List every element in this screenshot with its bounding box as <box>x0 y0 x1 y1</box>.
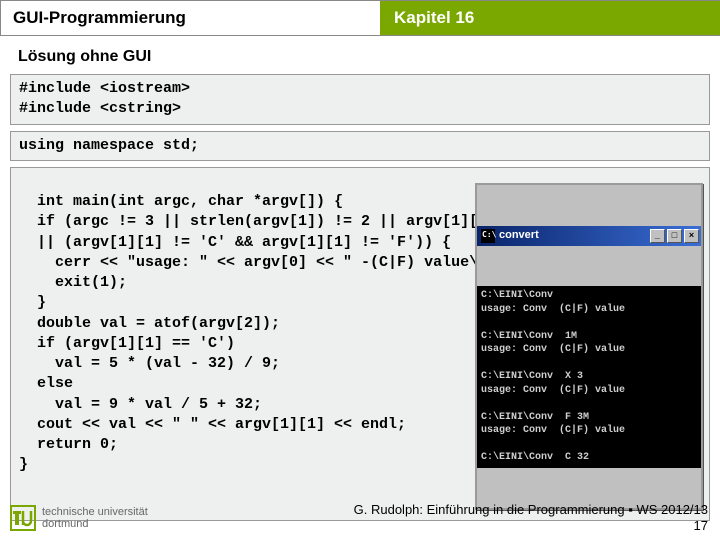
slide-header: GUI-Programmierung Kapitel 16 <box>0 0 720 36</box>
footer-right: G. Rudolph: Einführung in die Programmie… <box>354 502 708 535</box>
minimize-button[interactable]: _ <box>650 229 665 243</box>
maximize-button[interactable]: □ <box>667 229 682 243</box>
tu-logo-text: technische universität dortmund <box>42 506 148 530</box>
uni-name-line2: dortmund <box>42 518 148 530</box>
console-window: convert _ □ × C:\EINI\Conv usage: Conv (… <box>475 183 703 510</box>
header-title-left: GUI-Programmierung <box>0 1 380 35</box>
console-app-icon <box>481 229 495 243</box>
slide-footer: technische universität dortmund G. Rudol… <box>0 498 720 540</box>
slide-subtitle: Lösung ohne GUI <box>0 36 720 74</box>
window-buttons: _ □ × <box>650 229 699 243</box>
footer-credit: G. Rudolph: Einführung in die Programmie… <box>354 502 708 518</box>
console-titlebar: convert _ □ × <box>477 226 701 246</box>
code-block-main: int main(int argc, char *argv[]) { if (a… <box>10 167 710 521</box>
tu-logo-mark-icon <box>10 505 36 531</box>
console-output: C:\EINI\Conv usage: Conv (C|F) value C:\… <box>477 286 701 468</box>
page-number: 17 <box>354 518 708 534</box>
uni-name-line1: technische universität <box>42 506 148 518</box>
header-title-right: Kapitel 16 <box>380 1 720 35</box>
code-block-using: using namespace std; <box>10 131 710 161</box>
code-block-includes: #include <iostream> #include <cstring> <box>10 74 710 125</box>
tu-dortmund-logo: technische universität dortmund <box>10 505 148 531</box>
console-title: convert <box>499 228 539 243</box>
close-button[interactable]: × <box>684 229 699 243</box>
